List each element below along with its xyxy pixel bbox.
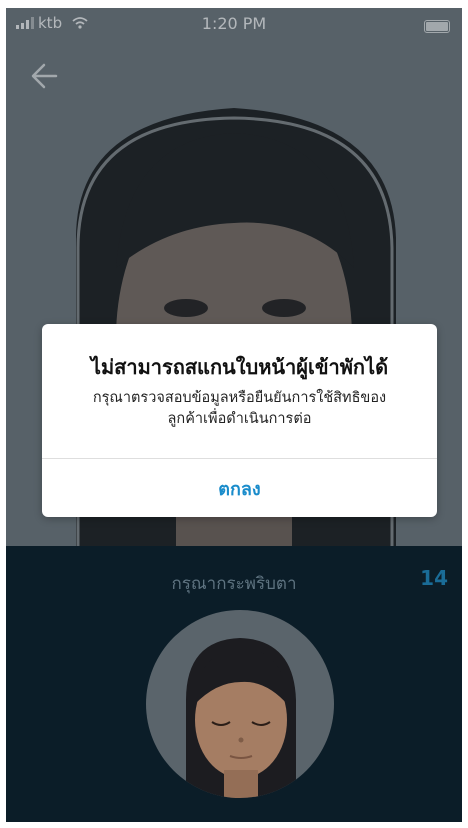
instruction-panel: กรุณากระพริบตา 14 xyxy=(6,546,462,822)
ok-button[interactable]: ตกลง xyxy=(42,459,437,517)
error-dialog: ไม่สามารถสแกนใบหน้าผู้เข้าพักได้ กรุณาตร… xyxy=(42,324,437,517)
status-bar: ktb 1:20 PM xyxy=(6,8,462,44)
blink-illustration xyxy=(186,638,296,798)
app-screen: ktb 1:20 PM กรุณากระพริบตา 14 ไม่สามารถส… xyxy=(6,8,462,822)
status-time: 1:20 PM xyxy=(201,14,267,33)
arrow-left-icon xyxy=(31,63,58,89)
back-button[interactable] xyxy=(26,56,66,96)
countdown-timer: 14 xyxy=(420,566,448,590)
instruction-text: กรุณากระพริบตา xyxy=(171,574,297,594)
dialog-message: กรุณาตรวจสอบข้อมูลหรือยืนยันการใช้สิทธิข… xyxy=(70,388,409,430)
dialog-title: ไม่สามารถสแกนใบหน้าผู้เข้าพักได้ xyxy=(90,355,389,379)
battery-icon xyxy=(424,20,450,33)
dialog-message-line2: ลูกค้าเพื่อดำเนินการต่อ xyxy=(167,411,312,427)
dialog-message-line1: กรุณาตรวจสอบข้อมูลหรือยืนยันการใช้สิทธิข… xyxy=(92,390,387,406)
blink-avatar xyxy=(146,610,334,798)
